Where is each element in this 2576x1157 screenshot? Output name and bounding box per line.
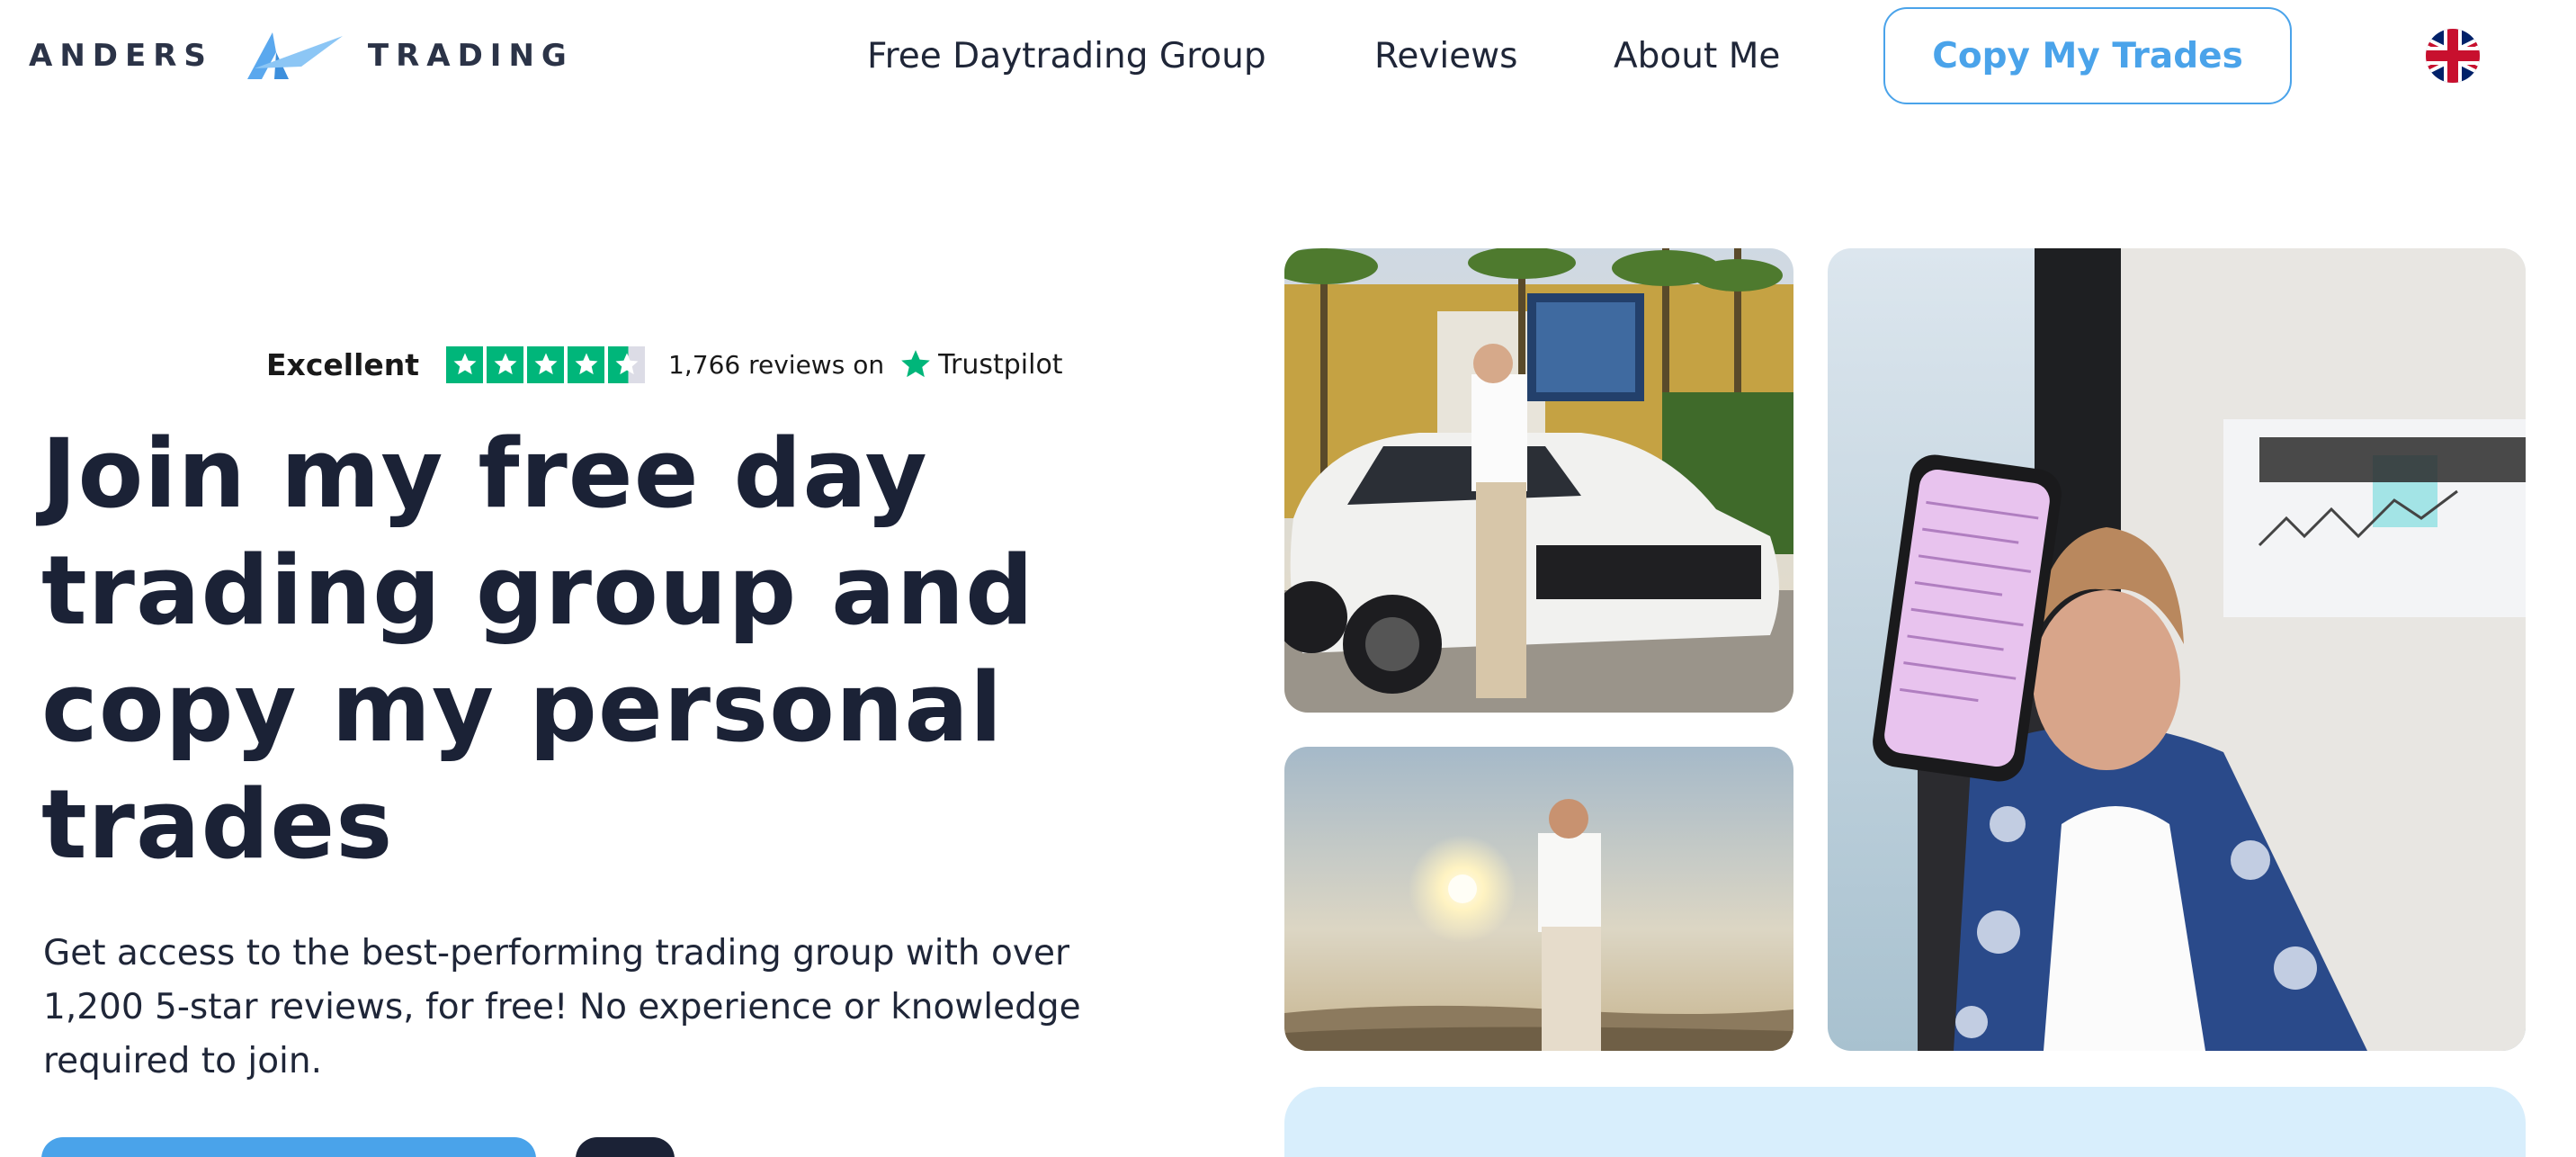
trustpilot-brand-label: Trustpilot xyxy=(938,348,1063,381)
star-icon xyxy=(487,345,524,383)
trustpilot-rating-word: Excellent xyxy=(266,346,420,382)
trustpilot-brand[interactable]: Trustpilot xyxy=(899,347,1063,381)
nav-item-free-daytrading-group[interactable]: Free Daytrading Group xyxy=(867,27,1266,85)
nav-link-label[interactable]: Reviews xyxy=(1374,36,1517,76)
hero-title: Join my free day trading group and copy … xyxy=(41,416,1121,883)
copy-my-trades-button[interactable]: Copy My Trades xyxy=(1883,7,2292,104)
hero-title-line: copy my personal xyxy=(41,652,1004,763)
man-holding-phone-photo xyxy=(1828,248,2526,1051)
trustpilot-widget[interactable]: Excellent 1,766 reviews on Trustpilot xyxy=(266,342,1063,387)
nav-item-reviews[interactable]: Reviews xyxy=(1374,27,1517,85)
nav-link-label[interactable]: About Me xyxy=(1614,36,1780,76)
star-icon xyxy=(527,345,565,383)
logo[interactable]: ANDERS TRADING xyxy=(29,27,574,85)
feature-panel xyxy=(1284,1087,2526,1157)
hero-title-line: trades xyxy=(41,769,394,880)
trustpilot-stars xyxy=(446,345,646,383)
logo-word-anders: ANDERS xyxy=(29,38,213,74)
star-icon xyxy=(446,345,484,383)
join-group-button[interactable] xyxy=(41,1137,536,1157)
secondary-button[interactable] xyxy=(576,1137,675,1157)
hero-subtitle-line: Get access to the best-performing tradin… xyxy=(43,933,1069,973)
logo-word-trading: TRADING xyxy=(367,38,574,74)
man-in-desert-sunset-photo xyxy=(1284,747,1793,1051)
hero-subtitle-line: required to join. xyxy=(43,1041,323,1081)
nav-item-about-me[interactable]: About Me xyxy=(1614,27,1780,85)
hero-title-line: trading group and xyxy=(41,535,1035,646)
star-icon xyxy=(568,345,605,383)
site-header: ANDERS TRADING Free Daytrading Group Rev… xyxy=(0,0,2576,113)
hero-subtitle: Get access to the best-performing tradin… xyxy=(43,927,1167,1089)
hero-subtitle-line: 1,200 5-star reviews, for free! No exper… xyxy=(43,987,1081,1027)
half-star-icon xyxy=(608,345,646,383)
hero-title-line: Join my free day xyxy=(41,418,928,529)
trustpilot-review-count: 1,766 reviews on xyxy=(668,349,885,380)
uk-flag-icon[interactable] xyxy=(2426,29,2480,83)
trustpilot-star-icon xyxy=(901,350,930,378)
man-with-white-suv-photo xyxy=(1284,248,1793,713)
triangle-arrow-logo-icon xyxy=(238,27,346,85)
nav-link-label[interactable]: Free Daytrading Group xyxy=(867,36,1266,76)
